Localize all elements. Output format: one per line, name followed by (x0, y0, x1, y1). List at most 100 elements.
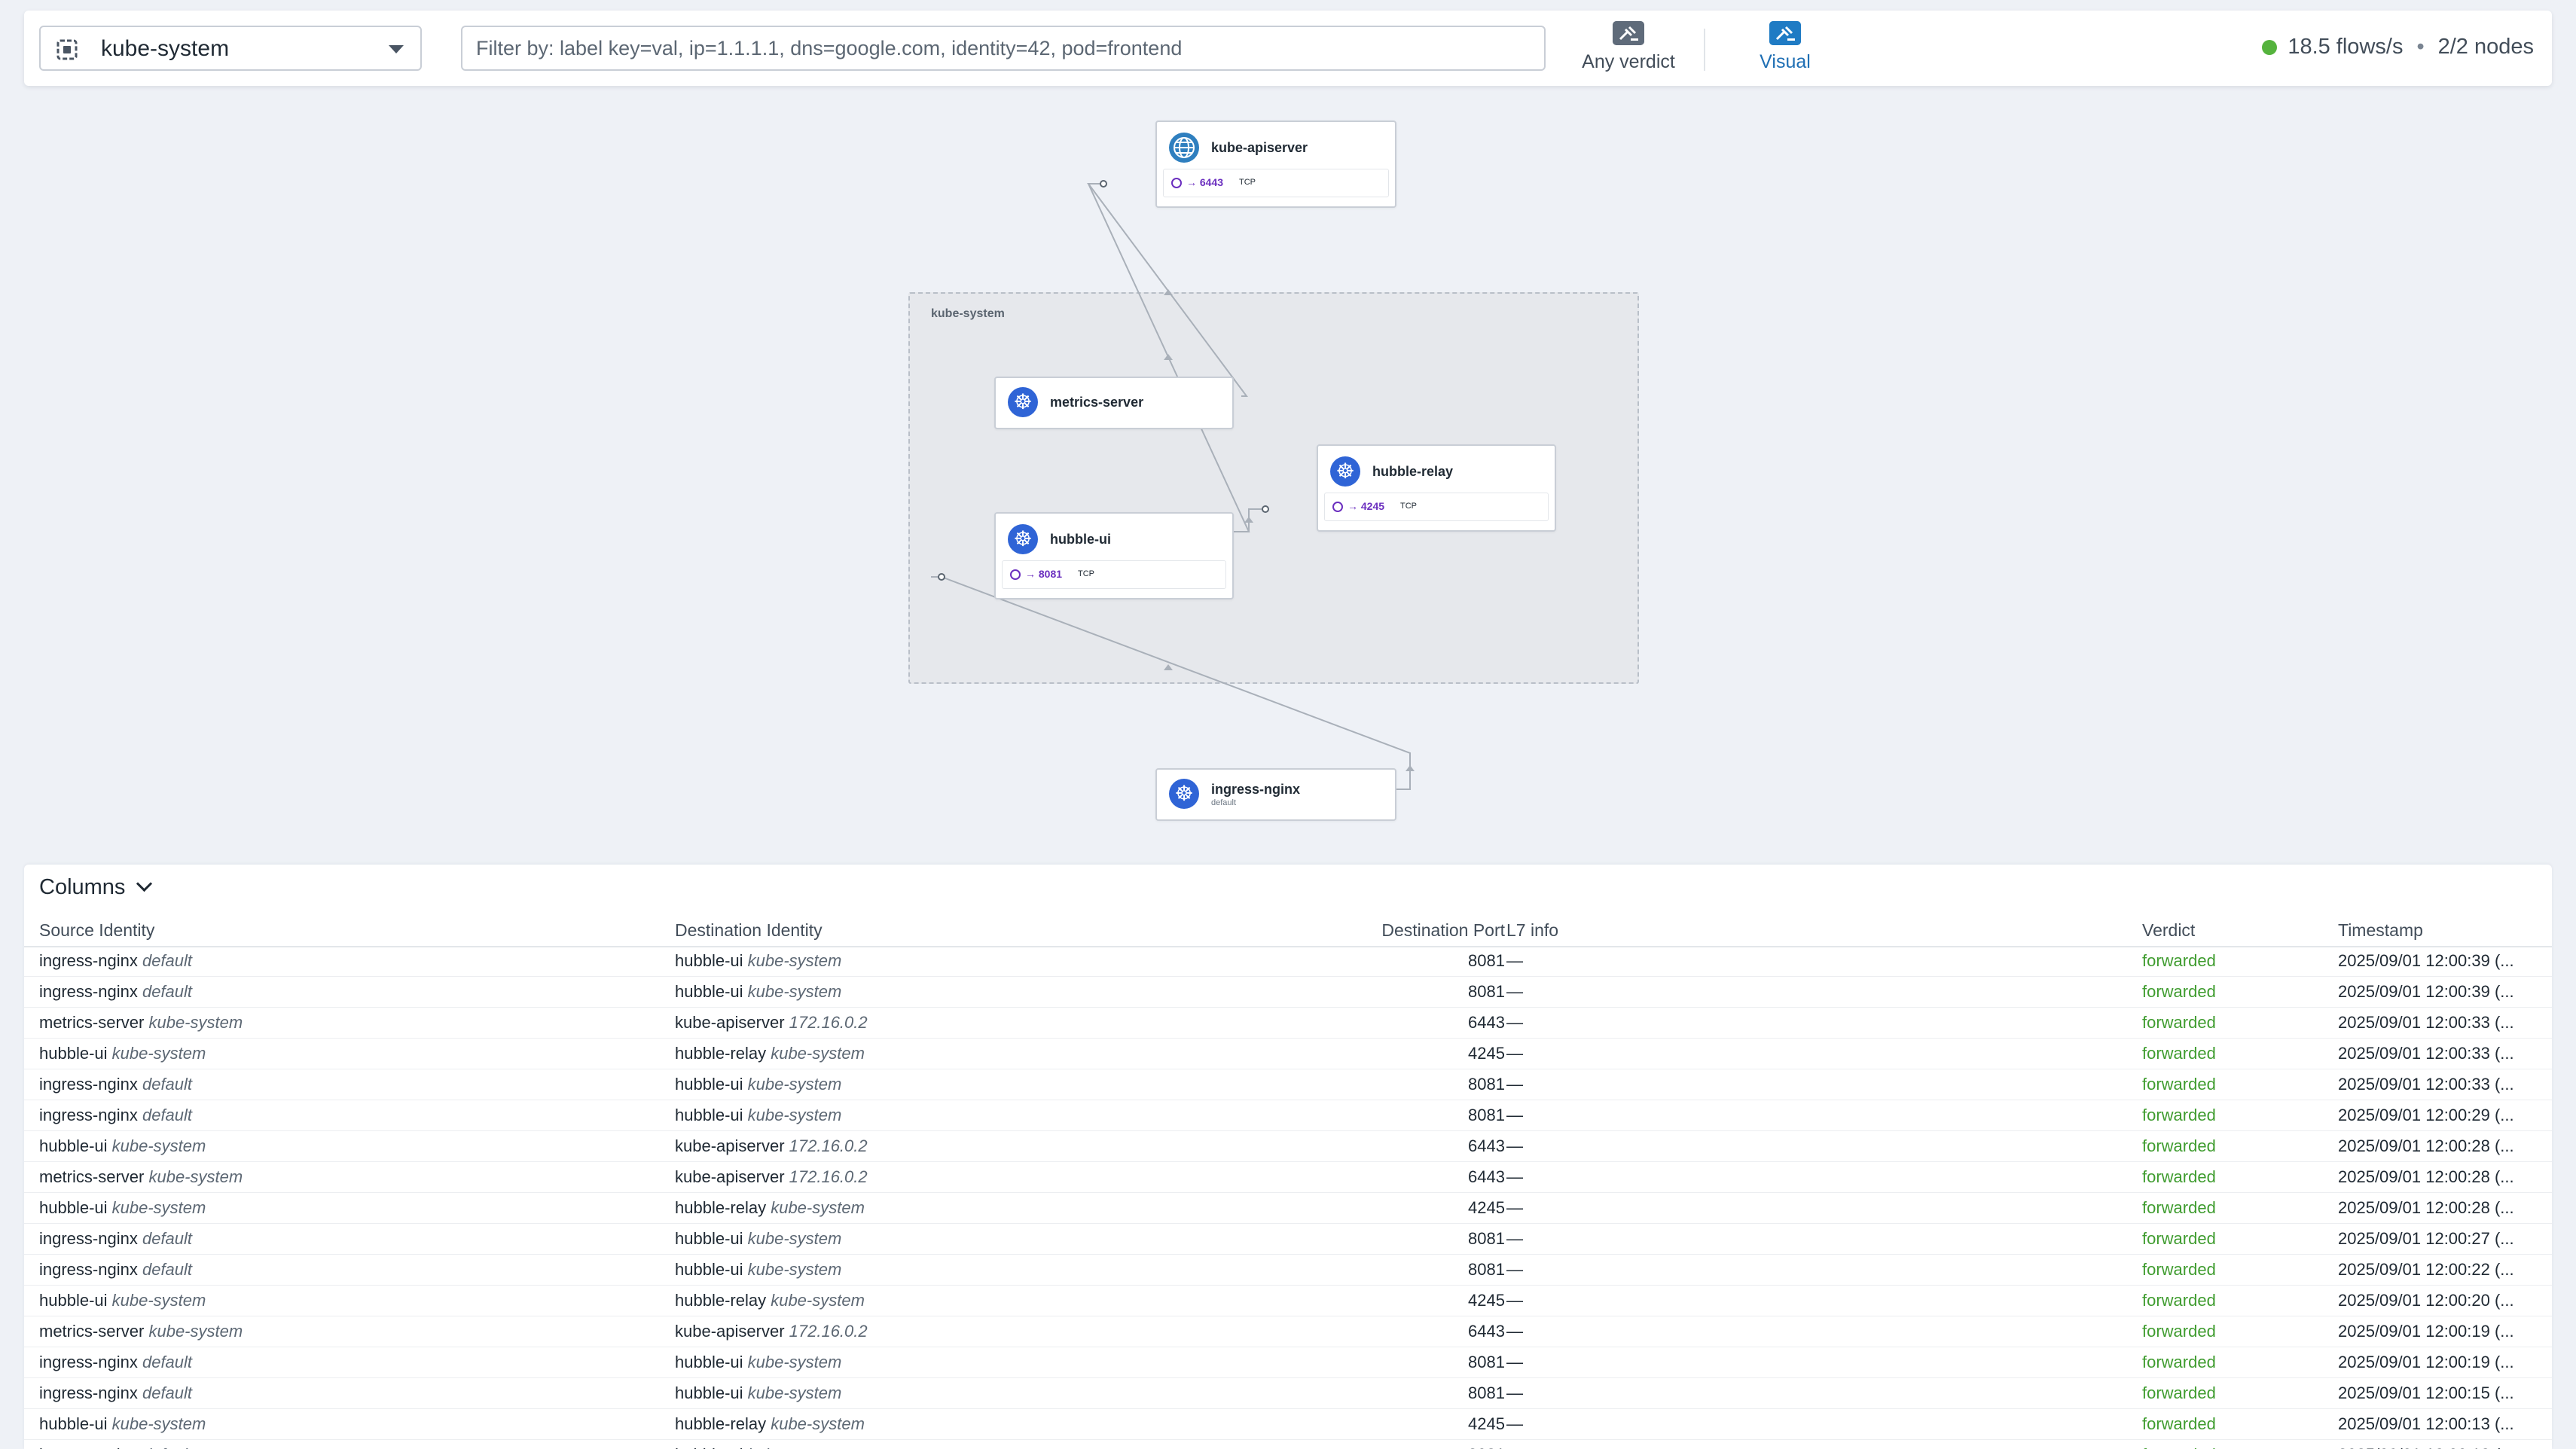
verdict: forwarded (2142, 1291, 2216, 1310)
namespace-selector[interactable]: kube-system (39, 26, 422, 71)
l7-info: — (1506, 1229, 1523, 1248)
l7-info: — (1506, 1013, 1523, 1032)
verdict-filter-label: Any verdict (1582, 51, 1675, 72)
source-name: ingress-nginx (39, 1383, 138, 1402)
service-map[interactable]: kube-system kube-apiserver → 6443 TCP ☸ … (0, 90, 2576, 859)
table-row[interactable]: ingress-nginx default hubble-ui kube-syst… (24, 977, 2552, 1008)
header-verdict[interactable]: Verdict (2142, 920, 2195, 941)
table-row[interactable]: ingress-nginx default hubble-ui kube-syst… (24, 1100, 2552, 1131)
source-identity: hubble-ui kube-system (39, 1136, 206, 1156)
l7-info: — (1506, 982, 1523, 1001)
edge-ingress-to-ui (931, 576, 1411, 790)
cluster-status: 18.5 flows/s • 2/2 nodes (2262, 35, 2534, 59)
timestamp: 2025/09/01 12:00:20 (... (2338, 1291, 2514, 1310)
destination-port: 6443 (1468, 1167, 1505, 1186)
visual-mode-button[interactable]: Visual (1732, 21, 1838, 78)
source-namespace: kube-system (111, 1136, 206, 1155)
l7-info: — (1506, 1075, 1523, 1094)
node-ingress-nginx[interactable]: ☸ ingress-nginx default (1155, 768, 1396, 821)
destination-identity: hubble-ui kube-system (675, 1383, 841, 1403)
table-row[interactable]: metrics-server kube-system kube-apiserver… (24, 1162, 2552, 1193)
header-l7[interactable]: L7 info (1506, 920, 1558, 941)
table-row[interactable]: ingress-nginx default hubble-ui kube-syst… (24, 1255, 2552, 1286)
destination-name: hubble-ui (675, 1106, 743, 1124)
port-indicator-icon (1010, 569, 1021, 580)
source-namespace: kube-system (111, 1291, 206, 1310)
verdict: forwarded (2142, 1198, 2216, 1217)
l7-info: — (1506, 1167, 1523, 1186)
source-namespace: kube-system (148, 1013, 243, 1032)
node-title: hubble-ui (1050, 532, 1111, 547)
source-identity: hubble-ui kube-system (39, 1198, 206, 1218)
verdict-filter-button[interactable]: Any verdict (1576, 21, 1681, 78)
destination-identity: hubble-ui kube-system (675, 951, 841, 971)
node-metrics-server[interactable]: ☸ metrics-server (994, 377, 1234, 429)
verdict: forwarded (2142, 1229, 2216, 1248)
flow-filter-input[interactable] (461, 26, 1546, 71)
table-row[interactable]: hubble-ui kube-system hubble-relay kube-s… (24, 1409, 2552, 1440)
connector-dot (938, 573, 945, 581)
columns-dropdown-button[interactable]: Columns (39, 875, 153, 900)
destination-name: hubble-relay (675, 1044, 767, 1063)
source-identity: ingress-nginx default (39, 1353, 192, 1372)
l7-info: — (1506, 1044, 1523, 1063)
destination-name: hubble-ui (675, 1445, 743, 1449)
table-row[interactable]: hubble-ui kube-system hubble-relay kube-s… (24, 1039, 2552, 1069)
header-destination[interactable]: Destination Identity (675, 920, 823, 941)
source-identity: ingress-nginx default (39, 1075, 192, 1094)
destination-namespace: kube-system (747, 1075, 842, 1094)
table-row[interactable]: ingress-nginx default hubble-ui kube-syst… (24, 1378, 2552, 1409)
source-name: hubble-ui (39, 1414, 108, 1433)
table-row[interactable]: ingress-nginx default hubble-ui kube-syst… (24, 1347, 2552, 1378)
destination-identity: hubble-ui kube-system (675, 982, 841, 1002)
source-identity: ingress-nginx default (39, 1260, 192, 1280)
destination-namespace: kube-system (747, 1106, 842, 1124)
table-row[interactable]: hubble-ui kube-system kube-apiserver 172.… (24, 1131, 2552, 1162)
destination-port: 8081 (1468, 1260, 1505, 1279)
port-indicator-icon (1332, 502, 1343, 512)
flows-panel: Columns Source Identity Destination Iden… (24, 865, 2552, 1449)
header-timestamp[interactable]: Timestamp (2338, 920, 2423, 941)
table-row[interactable]: hubble-ui kube-system hubble-relay kube-s… (24, 1193, 2552, 1224)
verdict: forwarded (2142, 951, 2216, 970)
table-row[interactable]: ingress-nginx default hubble-ui kube-syst… (24, 1069, 2552, 1100)
header-source[interactable]: Source Identity (39, 920, 154, 941)
table-row[interactable]: metrics-server kube-system kube-apiserver… (24, 1008, 2552, 1039)
destination-port: 4245 (1468, 1044, 1505, 1063)
table-row[interactable]: ingress-nginx default hubble-ui kube-syst… (24, 946, 2552, 977)
l7-info: — (1506, 1198, 1523, 1217)
destination-port: 8081 (1468, 1229, 1505, 1248)
node-hubble-relay[interactable]: ☸ hubble-relay → 4245 TCP (1317, 444, 1556, 532)
port-row: → 8081 TCP (1002, 560, 1226, 589)
connector-dot (1262, 505, 1269, 513)
destination-name: kube-apiserver (675, 1013, 785, 1032)
table-row[interactable]: hubble-ui kube-system hubble-relay kube-s… (24, 1286, 2552, 1316)
node-kube-apiserver[interactable]: kube-apiserver → 6443 TCP (1155, 120, 1396, 208)
verdict: forwarded (2142, 1044, 2216, 1063)
header-port[interactable]: Destination Port (1305, 920, 1505, 941)
timestamp: 2025/09/01 12:00:19 (... (2338, 1322, 2514, 1341)
source-identity: hubble-ui kube-system (39, 1044, 206, 1063)
table-row[interactable]: ingress-nginx default hubble-ui kube-syst… (24, 1440, 2552, 1449)
destination-identity: hubble-relay kube-system (675, 1044, 865, 1063)
verdict: forwarded (2142, 1383, 2216, 1402)
verdict: forwarded (2142, 982, 2216, 1001)
source-identity: metrics-server kube-system (39, 1013, 243, 1033)
destination-name: hubble-ui (675, 1353, 743, 1371)
source-name: hubble-ui (39, 1291, 108, 1310)
source-name: ingress-nginx (39, 1260, 138, 1279)
destination-name: hubble-relay (675, 1291, 767, 1310)
source-identity: ingress-nginx default (39, 982, 192, 1002)
table-row[interactable]: metrics-server kube-system kube-apiserver… (24, 1316, 2552, 1347)
l7-info: — (1506, 1383, 1523, 1402)
status-separator: • (2416, 35, 2425, 59)
destination-namespace: kube-system (747, 1383, 842, 1402)
destination-port: 6443 (1468, 1322, 1505, 1341)
destination-port: 4245 (1468, 1414, 1505, 1433)
destination-port: 6443 (1468, 1136, 1505, 1155)
source-identity: ingress-nginx default (39, 951, 192, 971)
source-name: ingress-nginx (39, 1106, 138, 1124)
destination-namespace: 172.16.0.2 (789, 1136, 868, 1155)
node-hubble-ui[interactable]: ☸ hubble-ui → 8081 TCP (994, 512, 1234, 599)
table-row[interactable]: ingress-nginx default hubble-ui kube-syst… (24, 1224, 2552, 1255)
